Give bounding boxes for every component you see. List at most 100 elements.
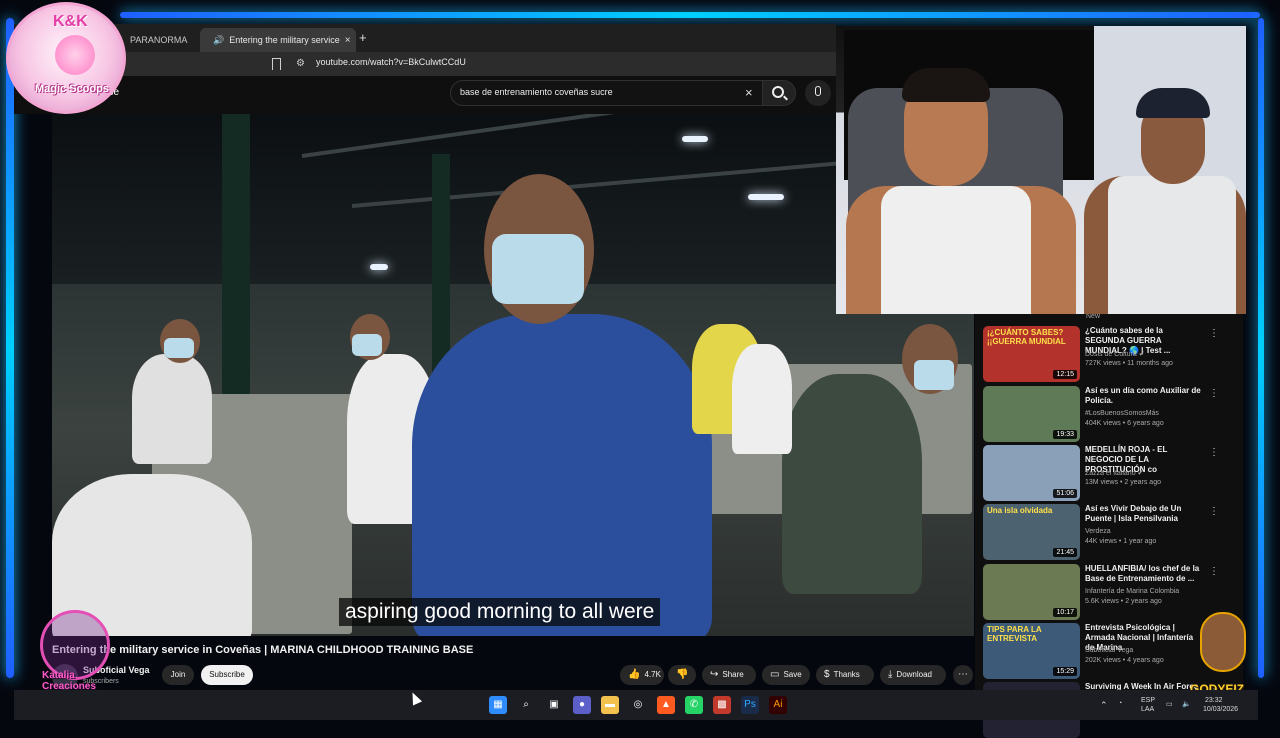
kebab-menu-icon[interactable]: ⋮ — [1209, 328, 1219, 339]
kebab-menu-icon[interactable]: ⋮ — [1209, 566, 1219, 577]
kebab-menu-icon[interactable]: ⋮ — [1209, 506, 1219, 517]
recommendation-channel[interactable]: Dosis de Cultura ✔ — [1085, 350, 1145, 358]
creator-badge-text: Katalia Creaciones — [42, 670, 96, 692]
url-text[interactable]: youtube.com/watch?v=BkCulwtCCdU — [316, 57, 466, 67]
recommendation-thumbnail[interactable]: Una isla olvidada 21:45 — [983, 504, 1080, 560]
illustrator-icon[interactable]: Ai — [769, 696, 787, 714]
recommendation-thumbnail[interactable]: 19:33 — [983, 386, 1080, 442]
recommendation-item[interactable]: Una isla olvidada 21:45 Así es Vivir Debaj… — [983, 504, 1233, 562]
streamer-right-shirt — [1108, 176, 1236, 314]
recommendation-item[interactable]: ¡¿CUÁNTO SABES? ¡¡GUERRA MUNDIAL 12:15 ¿Cu… — [983, 326, 1233, 384]
tray-expand-icon[interactable]: ⌃ — [1100, 700, 1108, 711]
save-button[interactable]: ▭ Save — [762, 665, 810, 685]
whatsapp-icon[interactable]: ✆ — [685, 696, 703, 714]
video-duration: 21:45 — [1053, 548, 1077, 557]
recommendation-item[interactable]: 19:33 Así es un día como Auxiliar de Poli… — [983, 386, 1233, 444]
new-chip[interactable]: New — [1086, 313, 1100, 320]
recommendation-channel[interactable]: #LosBuenosSomosMás — [1085, 410, 1159, 417]
magic-scoops-logo: K&K Magic Scoops — [6, 2, 126, 114]
microphone-icon — [815, 86, 821, 96]
volume-icon[interactable]: 🔈 — [1182, 700, 1191, 708]
recommendation-meta: 727K views • 11 months ago — [1085, 360, 1173, 367]
battery-icon[interactable]: ▭ — [1166, 700, 1173, 708]
join-button[interactable]: Join — [162, 665, 194, 685]
save-label: Save — [783, 670, 802, 679]
recommendation-channel[interactable]: Zazza el italiano ✔ — [1085, 469, 1143, 477]
recommendation-channel[interactable]: Suboficial Vega — [1085, 647, 1133, 654]
logo-bottom-text: Magic Scoops — [35, 83, 109, 95]
video-person — [782, 374, 922, 594]
logo-top-text: K&K — [53, 13, 88, 30]
download-button[interactable]: ⤓ Download — [880, 665, 946, 685]
photoshop-icon[interactable]: Ps — [741, 696, 759, 714]
recommendation-meta: 13M views • 2 years ago — [1085, 479, 1161, 486]
taskview-icon[interactable]: ▣ — [545, 696, 563, 714]
recommendation-thumbnail[interactable]: TIPS PARA LA ENTREVISTA 15:29 — [983, 623, 1080, 679]
brave-icon[interactable]: ▲ — [657, 696, 675, 714]
recommendation-title[interactable]: Así es Vivir Debajo de Un Puente | Isla … — [1085, 504, 1203, 524]
share-button[interactable]: ↪ Share — [702, 665, 756, 685]
webcam-overlay — [836, 26, 1246, 314]
recommendation-thumbnail[interactable]: 10:17 — [983, 564, 1080, 620]
lang-indicator[interactable]: ESP — [1141, 697, 1155, 704]
video-mask — [914, 360, 954, 390]
recommendation-item[interactable]: 51:06 MEDELLÍN ROJA - EL NEGOCIO DE LA PR… — [983, 445, 1233, 503]
explorer-icon[interactable]: ▬ — [601, 696, 619, 714]
creator-badge-right: GODYEIZ — [1190, 612, 1256, 698]
clock-date[interactable]: 10/03/2026 — [1203, 706, 1238, 713]
chrome-icon[interactable]: ◎ — [629, 696, 647, 714]
thumbs-up-icon: 👍 — [628, 669, 641, 680]
video-main-person-shirt — [412, 314, 712, 636]
new-tab-button[interactable]: + — [359, 30, 367, 45]
download-label: Download — [896, 670, 932, 679]
recommendation-channel[interactable]: Verdeza — [1085, 528, 1111, 535]
recommendation-meta: 44K views • 1 year ago — [1085, 538, 1157, 545]
recommendation-title[interactable]: HUELLANFIBIA/ los chef de la Base de Ent… — [1085, 564, 1203, 584]
recommendation-meta: 202K views • 4 years ago — [1085, 657, 1164, 664]
dislike-button[interactable]: 👎 — [668, 665, 696, 685]
browser-tabbar: PARANORMA 🔊 Entering the military servic… — [14, 24, 836, 52]
share-label: Share — [722, 670, 744, 679]
like-count: 4.7K — [644, 670, 661, 679]
share-icon: ↪ — [710, 669, 719, 680]
app-icon[interactable]: ▩ — [713, 696, 731, 714]
subscribe-button[interactable]: Subscribe — [201, 665, 253, 685]
download-icon: ⤓ — [888, 669, 893, 680]
thanks-button[interactable]: $ Thanks — [816, 665, 874, 685]
thanks-label: Thanks — [833, 670, 860, 679]
recommendation-thumbnail[interactable]: 51:06 — [983, 445, 1080, 501]
thumbnail-text: ¡¿CUÁNTO SABES? ¡¡GUERRA MUNDIAL — [987, 328, 1066, 346]
video-scene-light — [748, 194, 784, 200]
video-duration: 10:17 — [1053, 608, 1077, 617]
search-icon[interactable]: ⌕ — [517, 696, 535, 714]
tab-paranormal[interactable]: PARANORMA — [122, 28, 196, 52]
wifi-icon[interactable]: ◔ — [1118, 700, 1122, 707]
streamer-left-hair — [902, 68, 990, 102]
thumbnail-text: Una isla olvidada — [987, 506, 1053, 515]
kebab-menu-icon[interactable]: ⋮ — [1209, 388, 1219, 399]
clear-search-icon[interactable]: × — [745, 85, 753, 100]
recommendation-thumbnail[interactable]: ¡¿CUÁNTO SABES? ¡¡GUERRA MUNDIAL 12:15 — [983, 326, 1080, 382]
video-person — [732, 344, 792, 454]
clock-time[interactable]: 23:32 — [1205, 697, 1223, 704]
like-button[interactable]: 👍 4.7K — [620, 665, 664, 685]
recommendation-title[interactable]: Así es un día como Auxiliar de Policía. — [1085, 386, 1203, 406]
tab-active-youtube[interactable]: 🔊 Entering the military service × — [200, 28, 356, 52]
recommendation-channel[interactable]: Infantería de Marina Colombia — [1085, 588, 1179, 595]
stream-frame: PARANORMA 🔊 Entering the military servic… — [0, 0, 1280, 738]
lang-layout[interactable]: LAA — [1141, 706, 1154, 713]
recommendation-meta: 5.6K views • 2 years ago — [1085, 598, 1162, 605]
streamer-right-cap — [1136, 88, 1210, 118]
more-actions-button[interactable]: ⋯ — [953, 665, 973, 685]
save-icon: ▭ — [770, 669, 780, 680]
windows-icon[interactable]: ▦ — [489, 696, 507, 714]
site-info-icon[interactable]: ⚙ — [296, 58, 305, 69]
video-mask — [352, 334, 382, 356]
close-tab-icon[interactable]: × — [345, 35, 351, 46]
teams-icon[interactable]: ● — [573, 696, 591, 714]
kebab-menu-icon[interactable]: ⋮ — [1209, 447, 1219, 458]
tab-label: Entering the military service — [229, 35, 340, 45]
bookmark-icon[interactable] — [272, 58, 281, 70]
search-query-text[interactable]: base de entrenamiento coveñas sucre — [460, 87, 613, 97]
neon-border-right — [1258, 18, 1264, 678]
